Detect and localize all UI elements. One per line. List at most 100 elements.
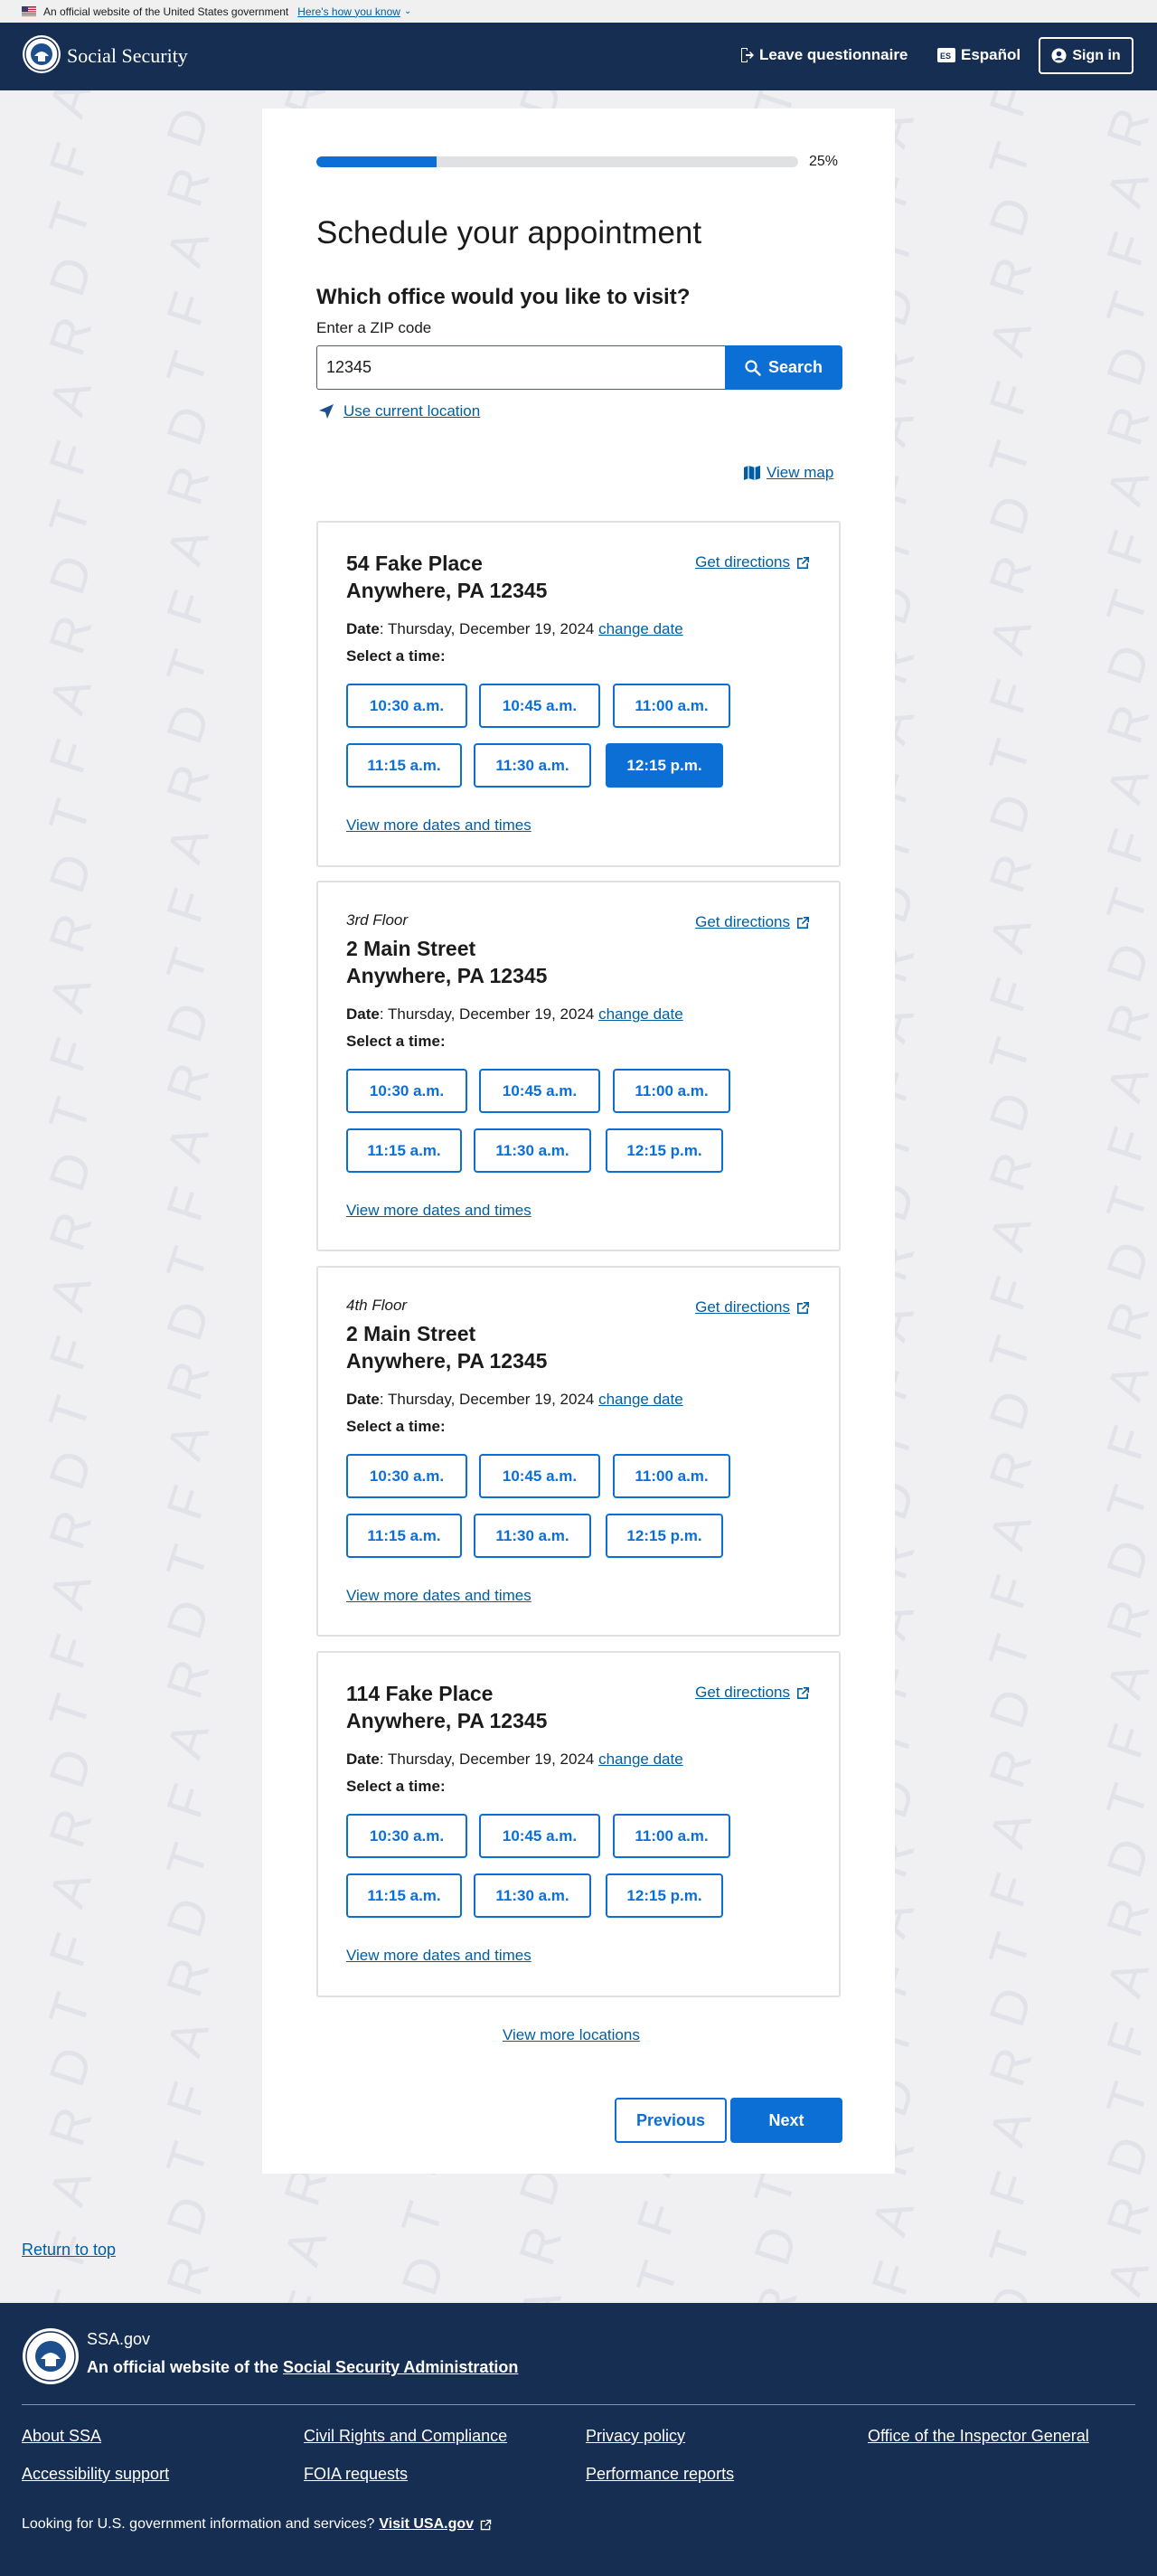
- footer-link-about[interactable]: About SSA: [22, 2427, 101, 2446]
- time-slot-button[interactable]: 10:30 a.m.: [346, 684, 467, 728]
- time-slot-button[interactable]: 12:15 p.m.: [606, 1514, 723, 1558]
- time-slot-button[interactable]: 10:30 a.m.: [346, 1454, 467, 1498]
- footer-link-civil-rights[interactable]: Civil Rights and Compliance: [304, 2427, 507, 2446]
- view-more-dates-link[interactable]: View more dates and times: [346, 1202, 531, 1220]
- search-button[interactable]: Search: [725, 345, 842, 390]
- watermark-letter: A: [1095, 1953, 1157, 2004]
- time-slot-button[interactable]: 12:15 p.m.: [606, 1128, 723, 1173]
- watermark-letter: A: [977, 1505, 1042, 1556]
- time-slot-button[interactable]: 11:00 a.m.: [613, 1814, 730, 1858]
- watermark-letter: A: [155, 1118, 220, 1168]
- get-directions-link[interactable]: Get directions: [695, 1684, 811, 1702]
- watermark-letter: D: [977, 788, 1042, 840]
- location-address-line2: Anywhere, PA 12345: [346, 579, 548, 602]
- watermark-letter: T: [155, 1837, 218, 1884]
- leave-questionnaire-link[interactable]: Leave questionnaire: [739, 46, 908, 64]
- time-slot-button[interactable]: 11:30 a.m.: [474, 743, 591, 788]
- time-slot-button[interactable]: 11:00 a.m.: [613, 684, 730, 728]
- date-label: Date: [346, 620, 380, 637]
- time-slot-button[interactable]: 10:45 a.m.: [479, 684, 600, 728]
- view-more-dates-link[interactable]: View more dates and times: [346, 1947, 531, 1965]
- watermark-letter: F: [37, 733, 100, 780]
- watermark-letter: F: [390, 90, 453, 94]
- watermark-letter: D: [1095, 638, 1157, 691]
- espanol-link[interactable]: ES Español: [937, 46, 1021, 64]
- time-slot-button[interactable]: 11:15 a.m.: [346, 1514, 462, 1558]
- footer-link-accessibility[interactable]: Accessibility support: [22, 2465, 169, 2484]
- watermark-letter: F: [155, 1181, 218, 1228]
- chevron-down-icon[interactable]: ⌄: [404, 6, 411, 16]
- view-more-dates-link[interactable]: View more dates and times: [346, 816, 531, 835]
- time-slot-button[interactable]: 11:15 a.m.: [346, 1873, 462, 1918]
- change-date-link[interactable]: change date: [598, 1750, 683, 1768]
- date-line: Date: Thursday, December 19, 2024 change…: [346, 620, 683, 638]
- footer-link-inspector-general[interactable]: Office of the Inspector General: [868, 2427, 1089, 2446]
- sign-in-button[interactable]: Sign in: [1039, 37, 1133, 74]
- next-button[interactable]: Next: [730, 2098, 842, 2143]
- time-slot-button[interactable]: 10:45 a.m.: [479, 1814, 600, 1858]
- watermark-letter: D: [977, 2279, 1042, 2303]
- time-slot-button[interactable]: 11:15 a.m.: [346, 1128, 462, 1173]
- watermark-letter: F: [37, 1628, 100, 1675]
- visit-usa-gov-link[interactable]: Visit USA.gov: [379, 2516, 474, 2533]
- footer-link-privacy[interactable]: Privacy policy: [586, 2427, 685, 2446]
- time-slot-button[interactable]: 10:45 a.m.: [479, 1069, 600, 1113]
- view-map[interactable]: View map: [743, 464, 833, 482]
- time-slot-button[interactable]: 11:00 a.m.: [613, 1069, 730, 1113]
- time-slot-button[interactable]: 11:00 a.m.: [613, 1454, 730, 1498]
- footer-link-performance[interactable]: Performance reports: [586, 2465, 734, 2484]
- get-directions-link[interactable]: Get directions: [695, 913, 811, 931]
- time-slot-button[interactable]: 11:30 a.m.: [474, 1873, 591, 1918]
- ssa-link[interactable]: Social Security Administration: [283, 2358, 518, 2376]
- watermark-letter: R: [1095, 698, 1157, 750]
- change-date-link[interactable]: change date: [598, 1391, 683, 1408]
- change-date-link[interactable]: change date: [598, 1005, 683, 1023]
- footer-link-foia[interactable]: FOIA requests: [304, 2465, 408, 2484]
- progress-percent: 25%: [809, 154, 839, 169]
- change-date-link[interactable]: change date: [598, 620, 683, 637]
- watermark-letter: F: [155, 1778, 218, 1825]
- watermark-letter: F: [155, 2076, 218, 2123]
- get-directions-label: Get directions: [695, 1684, 790, 1701]
- watermark-letter: T: [977, 1032, 1040, 1079]
- watermark-letter: R: [1095, 1295, 1157, 1347]
- watermark-letter: A: [977, 312, 1042, 363]
- time-slot-button[interactable]: 10:45 a.m.: [479, 1454, 600, 1498]
- watermark-letter: D: [1095, 1235, 1157, 1288]
- watermark-letter: D: [977, 1086, 1042, 1138]
- watermark-letter: T: [155, 1539, 218, 1586]
- use-current-location-link[interactable]: Use current location: [343, 402, 480, 420]
- zip-input[interactable]: [316, 345, 725, 390]
- time-slot-button[interactable]: 10:30 a.m.: [346, 1814, 467, 1858]
- watermark-letter: D: [155, 698, 220, 750]
- watermark-letter: D: [1095, 2130, 1157, 2183]
- watermark-letter: T: [37, 1688, 100, 1735]
- progress-bar: [316, 156, 798, 167]
- watermark-letter: F: [155, 584, 218, 631]
- ssa-seal-logo[interactable]: [22, 34, 61, 74]
- watermark-letter: T: [155, 90, 218, 94]
- watermark-letter: R: [1095, 1892, 1157, 1944]
- time-slot-button[interactable]: 12:15 p.m.: [606, 743, 723, 788]
- watermark-letter: R: [37, 310, 102, 363]
- time-slot-button[interactable]: 10:30 a.m.: [346, 1069, 467, 1113]
- return-to-top-link[interactable]: Return to top: [22, 2241, 116, 2260]
- time-slot-button[interactable]: 11:30 a.m.: [474, 1514, 591, 1558]
- time-slot-button[interactable]: 11:30 a.m.: [474, 1128, 591, 1173]
- get-directions-link[interactable]: Get directions: [695, 553, 811, 571]
- site-header: Social Security Leave questionnaire ES E…: [0, 23, 1157, 90]
- time-slot-button[interactable]: 11:15 a.m.: [346, 743, 462, 788]
- view-map-link[interactable]: View map: [767, 464, 833, 482]
- view-more-locations-link[interactable]: View more locations: [503, 2026, 640, 2044]
- previous-button[interactable]: Previous: [615, 2098, 727, 2143]
- time-slot-button[interactable]: 12:15 p.m.: [606, 1873, 723, 1918]
- heres-how-you-know-link[interactable]: Here's how you know: [297, 5, 400, 18]
- watermark-letter: F: [977, 972, 1040, 1019]
- view-more-dates-link[interactable]: View more dates and times: [346, 1587, 531, 1605]
- date-label: Date: [346, 1391, 380, 1408]
- use-current-location[interactable]: Use current location: [318, 402, 480, 420]
- watermark-letter: A: [1095, 760, 1157, 810]
- watermark-letter: T: [977, 137, 1040, 184]
- get-directions-link[interactable]: Get directions: [695, 1298, 811, 1316]
- site-name[interactable]: Social Security: [67, 44, 188, 68]
